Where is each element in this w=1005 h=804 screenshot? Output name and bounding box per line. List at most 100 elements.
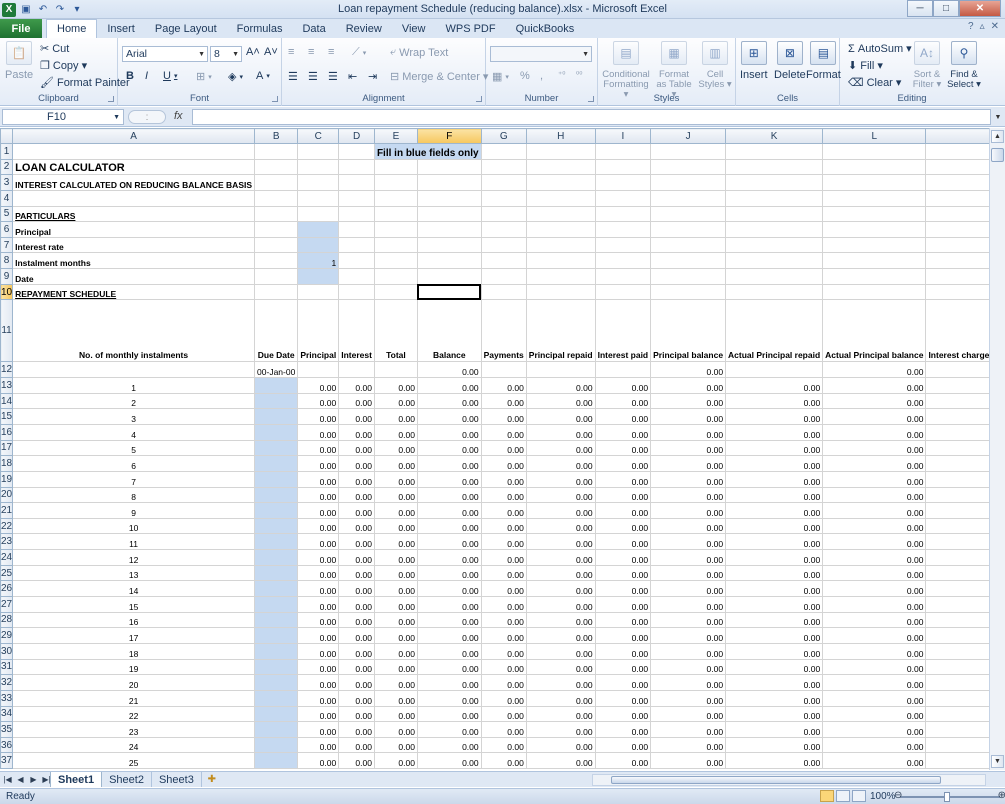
value-cell[interactable]: 0.00 bbox=[925, 564, 989, 582]
cell[interactable] bbox=[297, 283, 340, 301]
decrease-decimal-button[interactable]: ⁰⁰ bbox=[576, 70, 582, 79]
instalment-number[interactable]: 11 bbox=[12, 533, 256, 551]
value-cell[interactable]: 0.00 bbox=[480, 408, 527, 425]
value-cell[interactable]: 0.00 bbox=[416, 658, 482, 676]
schedule-header[interactable]: Actual Principal balance bbox=[822, 299, 927, 363]
ribbon-tab-insert[interactable]: Insert bbox=[97, 19, 145, 38]
value-cell[interactable]: 0.00 bbox=[373, 642, 418, 660]
value-cell[interactable]: 0.00 bbox=[594, 705, 652, 723]
due-date-input[interactable] bbox=[254, 705, 299, 723]
value-cell[interactable]: 0.00 bbox=[725, 736, 824, 754]
cell[interactable] bbox=[525, 361, 596, 379]
cell[interactable] bbox=[822, 174, 927, 191]
due-date-input[interactable] bbox=[254, 689, 299, 707]
sheet-tab-sheet2[interactable]: Sheet2 bbox=[102, 772, 152, 787]
row-header[interactable]: 20 bbox=[0, 486, 14, 504]
value-cell[interactable]: 0.00 bbox=[725, 674, 824, 691]
value-cell[interactable]: 0.00 bbox=[525, 580, 596, 598]
cell[interactable] bbox=[373, 189, 418, 207]
row-header[interactable]: 24 bbox=[0, 549, 14, 566]
value-cell[interactable]: 0.00 bbox=[373, 689, 418, 707]
zoom-slider-thumb[interactable] bbox=[944, 792, 950, 802]
cell[interactable] bbox=[650, 205, 727, 223]
value-cell[interactable]: 0.00 bbox=[594, 658, 652, 676]
value-cell[interactable]: 0.00 bbox=[373, 549, 418, 566]
value-cell[interactable]: 0.00 bbox=[338, 533, 375, 551]
value-cell[interactable]: 0.00 bbox=[297, 658, 340, 676]
row-header[interactable]: 23 bbox=[0, 533, 14, 551]
value-cell[interactable]: 0.00 bbox=[480, 736, 527, 754]
value-cell[interactable]: 0.00 bbox=[725, 486, 824, 504]
value-cell[interactable]: 0.00 bbox=[373, 564, 418, 582]
cell[interactable] bbox=[373, 268, 418, 285]
value-cell[interactable]: 0.00 bbox=[480, 674, 527, 691]
cell[interactable] bbox=[338, 361, 375, 379]
value-cell[interactable]: 0.00 bbox=[725, 423, 824, 441]
principal-input[interactable] bbox=[297, 221, 340, 238]
find-select-button[interactable]: ⚲ Find & Select ▾ bbox=[946, 41, 982, 90]
instalment-number[interactable]: 25 bbox=[12, 752, 256, 770]
value-cell[interactable]: 0.00 bbox=[594, 736, 652, 754]
worksheet-grid[interactable]: ABCDEFGHIJKLMNOPQR1Fill in blue fields o… bbox=[0, 128, 989, 770]
schedule-heading[interactable]: REPAYMENT SCHEDULE bbox=[12, 283, 256, 301]
value-cell[interactable]: 0.00 bbox=[525, 642, 596, 660]
value-cell[interactable]: 0.00 bbox=[822, 752, 927, 770]
value-cell[interactable]: 0.00 bbox=[416, 611, 482, 629]
italic-button[interactable]: I bbox=[145, 70, 148, 82]
cell[interactable] bbox=[338, 236, 375, 254]
cell[interactable] bbox=[725, 236, 824, 254]
value-cell[interactable]: 0.00 bbox=[480, 455, 527, 472]
value-cell[interactable]: 0.00 bbox=[480, 486, 527, 504]
value-cell[interactable]: 0.00 bbox=[725, 752, 824, 770]
cell[interactable] bbox=[650, 221, 727, 238]
value-cell[interactable]: 0.00 bbox=[416, 502, 482, 519]
align-right-button[interactable]: ☰ bbox=[328, 70, 338, 83]
value-cell[interactable]: 0.00 bbox=[650, 642, 727, 660]
value-cell[interactable]: 0.00 bbox=[338, 408, 375, 425]
value-cell[interactable]: 0.00 bbox=[594, 439, 652, 457]
cell[interactable] bbox=[822, 189, 927, 207]
row-header[interactable]: 12 bbox=[0, 361, 14, 379]
instalment-number[interactable]: 3 bbox=[12, 408, 256, 425]
value-cell[interactable]: 0.00 bbox=[297, 721, 340, 738]
value-cell[interactable]: 0.00 bbox=[925, 705, 989, 723]
value-cell[interactable]: 0.00 bbox=[822, 674, 927, 691]
value-cell[interactable]: 0.00 bbox=[650, 752, 727, 770]
cell[interactable] bbox=[925, 189, 989, 207]
value-cell[interactable]: 0.00 bbox=[297, 502, 340, 519]
value-cell[interactable]: 0.00 bbox=[338, 470, 375, 488]
value-cell[interactable]: 0.00 bbox=[650, 408, 727, 425]
cell[interactable] bbox=[416, 221, 482, 238]
underline-button[interactable]: U ▾ bbox=[163, 70, 177, 82]
cell[interactable] bbox=[480, 283, 527, 301]
cell[interactable] bbox=[480, 361, 527, 379]
row-header[interactable]: 17 bbox=[0, 439, 14, 457]
value-cell[interactable]: 0.00 bbox=[480, 721, 527, 738]
value-cell[interactable]: 0.00 bbox=[416, 642, 482, 660]
value-cell[interactable]: 0.00 bbox=[297, 470, 340, 488]
value-cell[interactable]: 0.00 bbox=[373, 658, 418, 676]
value-cell[interactable]: 0.00 bbox=[725, 502, 824, 519]
value-cell[interactable]: 0.00 bbox=[650, 596, 727, 613]
value-cell[interactable]: 0.00 bbox=[416, 377, 482, 394]
value-cell[interactable]: 0.00 bbox=[525, 502, 596, 519]
cell[interactable] bbox=[925, 268, 989, 285]
cell[interactable] bbox=[338, 174, 375, 191]
cell[interactable] bbox=[254, 236, 299, 254]
balance-cell[interactable]: 0.00 bbox=[416, 361, 482, 379]
value-cell[interactable]: 0.00 bbox=[338, 486, 375, 504]
cell[interactable] bbox=[480, 189, 527, 207]
value-cell[interactable]: 0.00 bbox=[594, 517, 652, 535]
schedule-header[interactable]: Interest bbox=[338, 299, 375, 363]
due-date-input[interactable] bbox=[254, 658, 299, 676]
cell[interactable] bbox=[416, 158, 482, 176]
value-cell[interactable]: 0.00 bbox=[822, 502, 927, 519]
cell[interactable] bbox=[480, 143, 527, 160]
first-sheet-icon[interactable]: |◀ bbox=[2, 773, 13, 786]
cell[interactable] bbox=[373, 174, 418, 191]
row-header[interactable]: 21 bbox=[0, 502, 14, 519]
cell[interactable] bbox=[12, 143, 256, 160]
value-cell[interactable]: 0.00 bbox=[416, 580, 482, 598]
format-cells-button[interactable]: ▤ Format bbox=[806, 41, 841, 81]
cell[interactable] bbox=[594, 236, 652, 254]
